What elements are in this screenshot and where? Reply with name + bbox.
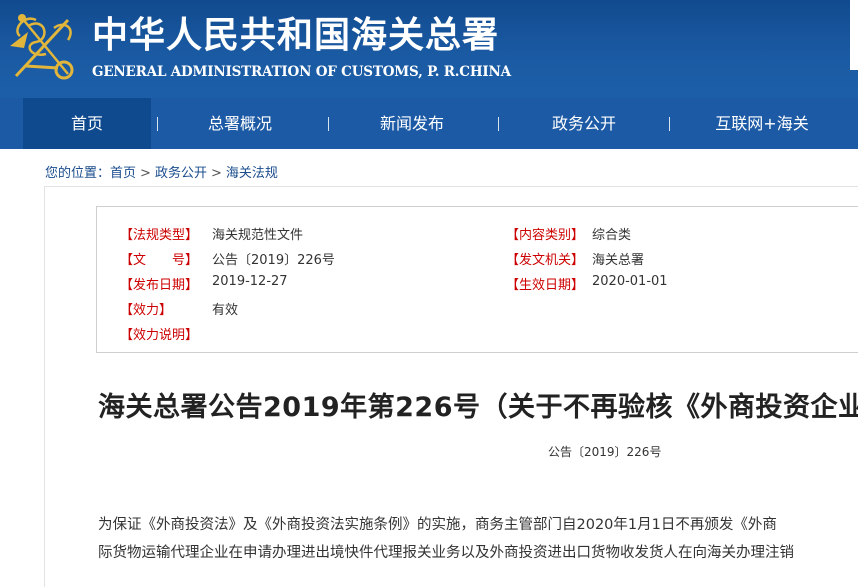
nav-item-home[interactable]: 首页	[23, 98, 151, 149]
header-edge	[850, 0, 858, 70]
nav-item-overview[interactable]: 总署概况	[176, 98, 304, 149]
meta-issuer-value: 海关总署	[592, 253, 645, 268]
nav-separator	[157, 117, 158, 131]
meta-validity-value: 有效	[212, 303, 239, 318]
site-header: 中华人民共和国海关总署 GENERAL ADMINISTRATION OF CU…	[0, 0, 858, 98]
nav-separator	[669, 117, 670, 131]
meta-category-label: 【内容类别】	[506, 228, 585, 243]
nav-separator	[498, 117, 499, 131]
meta-pubdate-label: 【发布日期】	[120, 278, 199, 293]
nav-item-internet-plus[interactable]: 互联网+海关	[698, 98, 826, 149]
article-paragraph-line-2: 际货物运输代理企业在申请办理进出境快件代理报关业务以及外商投资进出口货物收发货人…	[98, 545, 794, 561]
meta-pubdate-value: 2019-12-27	[212, 274, 288, 289]
article-paragraph-line-1: 为保证《外商投资法》及《外商投资法实施条例》的实施，商务主管部门自2020年1月…	[98, 517, 777, 533]
meta-effdate-label: 【生效日期】	[506, 278, 585, 293]
meta-validity-label: 【效力】	[120, 303, 173, 318]
meta-docno-value: 公告〔2019〕226号	[212, 253, 335, 268]
regulation-meta-box	[96, 206, 858, 353]
customs-emblem-icon[interactable]	[6, 6, 80, 86]
meta-issuer-label: 【发文机关】	[506, 253, 585, 268]
site-title: 中华人民共和国海关总署	[92, 14, 500, 56]
meta-type-label: 【法规类型】	[120, 228, 199, 243]
site-subtitle: GENERAL ADMINISTRATION OF CUSTOMS, P. R.…	[92, 64, 511, 80]
breadcrumb-customs-regulations[interactable]: 海关法规	[226, 166, 278, 181]
nav-item-government-affairs[interactable]: 政务公开	[520, 98, 648, 149]
meta-docno-label: 【文 号】	[120, 253, 199, 268]
main-nav: 首页 总署概况 新闻发布 政务公开 互联网+海关	[0, 98, 858, 149]
meta-effdate-value: 2020-01-01	[592, 274, 668, 289]
meta-validity-note-label: 【效力说明】	[120, 328, 199, 343]
nav-item-news[interactable]: 新闻发布	[348, 98, 476, 149]
meta-type-value: 海关规范性文件	[212, 228, 304, 243]
breadcrumb-separator: >	[210, 166, 222, 181]
article-title: 海关总署公告2019年第226号（关于不再验核《外商投资企业	[98, 392, 858, 423]
breadcrumb-separator: >	[140, 166, 151, 181]
article-doc-number: 公告〔2019〕226号	[548, 445, 662, 459]
breadcrumb-home[interactable]: 首页	[110, 166, 136, 181]
breadcrumb-prefix: 您的位置：	[45, 166, 111, 181]
meta-category-value: 综合类	[592, 228, 632, 243]
breadcrumb: 您的位置：首页 > 政务公开 > 海关法规	[45, 162, 278, 181]
breadcrumb-government-affairs[interactable]: 政务公开	[155, 166, 207, 181]
nav-separator	[328, 117, 329, 131]
